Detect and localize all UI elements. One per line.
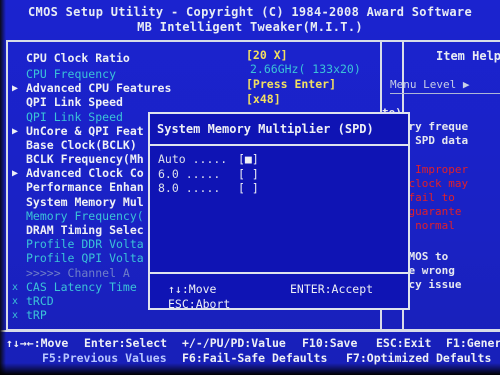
- locked-x-icon: x: [12, 310, 19, 321]
- bios-screen: CMOS Setup Utility - Copyright (C) 1984-…: [0, 0, 500, 375]
- setting-bclk-frequency[interactable]: BCLK Frequency(Mh: [26, 152, 144, 166]
- popup-title: System Memory Multiplier (SPD): [157, 122, 374, 136]
- popup-hint-accept: ENTER:Accept: [290, 282, 374, 296]
- popup-divider: [150, 144, 408, 146]
- setting-uncore-qpi-features[interactable]: UnCore & QPI Feat: [26, 124, 144, 138]
- option-8-0[interactable]: 8.0 .....: [158, 181, 220, 195]
- key-hint-move: ↑↓→←:Move: [6, 336, 69, 350]
- help-divider: [390, 93, 500, 94]
- setting-dram-timing-selectable[interactable]: DRAM Timing Selec: [26, 223, 144, 237]
- setting-value-cpu-clock-ratio[interactable]: [20 X]: [246, 48, 288, 62]
- channel-a-heading: >>>>> Channel A: [26, 266, 130, 280]
- popup-hint-abort: ESC:Abort: [168, 297, 231, 311]
- locked-x-icon: x: [12, 282, 19, 293]
- popup-hint-move: ↑↓:Move: [168, 282, 217, 296]
- setting-cpu-frequency: CPU Frequency: [26, 67, 117, 81]
- header-title: MB Intelligent Tweaker(M.I.T.): [137, 20, 363, 34]
- setting-profile-qpi-voltage: Profile QPI Volta: [26, 251, 144, 265]
- setting-value-cpu-frequency: 2.66GHz( 133x20): [250, 62, 361, 76]
- option-6-0-checkbox[interactable]: [ ]: [238, 167, 259, 181]
- menu-level-label: Menu Level ▶: [390, 78, 470, 91]
- setting-system-memory-multiplier[interactable]: System Memory Mul: [26, 195, 144, 209]
- monitor-bezel-left: [0, 0, 6, 375]
- setting-qpi-link-speed[interactable]: QPI Link Speed: [26, 95, 123, 109]
- setting-advanced-cpu-features[interactable]: Advanced CPU Features: [26, 81, 171, 95]
- submenu-arrow-icon: ▶: [12, 126, 19, 137]
- locked-x-icon: x: [12, 296, 19, 307]
- monitor-bezel-bottom: [0, 363, 500, 375]
- submenu-arrow-icon: ▶: [12, 168, 19, 179]
- memory-multiplier-popup: System Memory Multiplier (SPD) Auto ....…: [148, 112, 410, 311]
- submenu-arrow-icon: ▶: [12, 83, 19, 94]
- option-8-0-checkbox[interactable]: [ ]: [238, 181, 259, 195]
- setting-trp: tRP: [26, 308, 47, 322]
- setting-trcd: tRCD: [26, 294, 54, 308]
- popup-divider: [150, 272, 408, 274]
- option-auto[interactable]: Auto .....: [158, 152, 227, 166]
- setting-profile-ddr-voltage: Profile DDR Volta: [26, 237, 144, 251]
- key-hint-select: Enter:Select: [84, 336, 168, 350]
- key-hint-value: +/-/PU/PD:Value: [182, 336, 286, 350]
- setting-value-advanced-cpu-features[interactable]: [Press Enter]: [246, 77, 336, 91]
- footer-divider: [0, 330, 500, 332]
- setting-value-qpi-link-speed[interactable]: [x48]: [246, 92, 281, 106]
- setting-qpi-link-speed-readout: QPI Link Speed: [26, 110, 123, 124]
- setting-memory-frequency: Memory Frequency(: [26, 209, 144, 223]
- option-6-0[interactable]: 6.0 .....: [158, 167, 220, 181]
- header-copyright: CMOS Setup Utility - Copyright (C) 1984-…: [28, 5, 472, 19]
- setting-cpu-clock-ratio[interactable]: CPU Clock Ratio: [26, 51, 130, 65]
- key-hint-exit: ESC:Exit: [376, 336, 432, 350]
- key-hint-general-help: F1:General Help: [446, 336, 500, 350]
- option-auto-selected-checkbox[interactable]: [■]: [238, 152, 259, 166]
- setting-advanced-clock-control[interactable]: Advanced Clock Co: [26, 166, 144, 180]
- key-hint-save: F10:Save: [302, 336, 358, 350]
- setting-cas-latency-time: CAS Latency Time: [26, 280, 137, 294]
- setting-base-clock[interactable]: Base Clock(BCLK): [26, 138, 137, 152]
- setting-performance-enhance[interactable]: Performance Enhan: [26, 180, 144, 194]
- item-help-title: Item Help: [436, 49, 500, 63]
